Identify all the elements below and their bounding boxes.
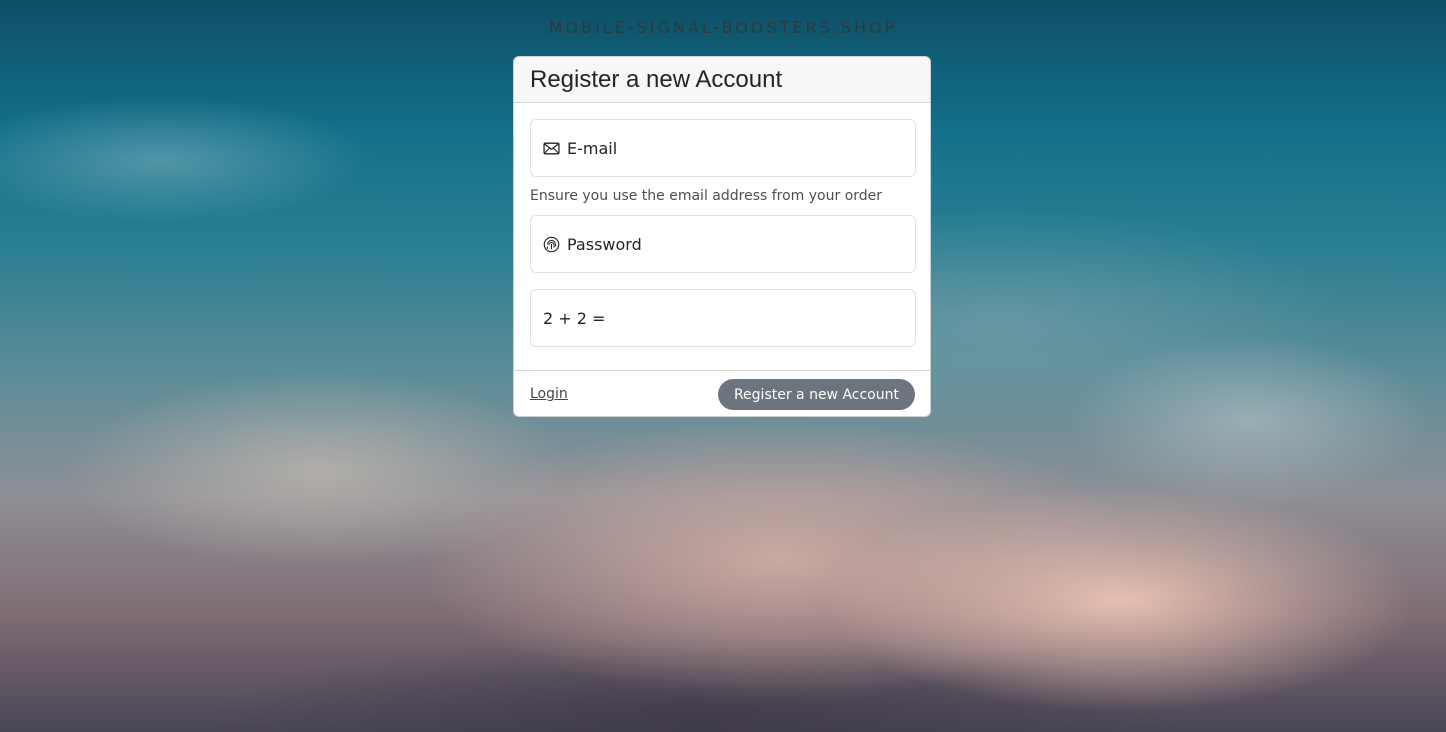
card-body: Ensure you use the email address from yo… bbox=[514, 103, 930, 371]
card-header: Register a new Account bbox=[514, 57, 930, 103]
register-button[interactable]: Register a new Account bbox=[717, 379, 915, 410]
password-input[interactable] bbox=[531, 216, 915, 272]
login-link[interactable]: Login bbox=[530, 386, 568, 402]
site-name: MOBILE-SIGNAL-BOOSTERS.SHOP bbox=[548, 18, 898, 37]
password-field-wrapper bbox=[530, 215, 916, 273]
captcha-field-wrapper bbox=[530, 289, 916, 347]
card-footer: Login Register a new Account bbox=[514, 371, 930, 416]
email-input[interactable] bbox=[531, 120, 915, 176]
page-title: Register a new Account bbox=[530, 66, 783, 93]
register-card: Register a new Account Ensure you use th… bbox=[513, 56, 931, 417]
email-hint: Ensure you use the email address from yo… bbox=[530, 188, 883, 204]
email-field-wrapper bbox=[530, 119, 916, 177]
captcha-input[interactable] bbox=[531, 290, 915, 346]
